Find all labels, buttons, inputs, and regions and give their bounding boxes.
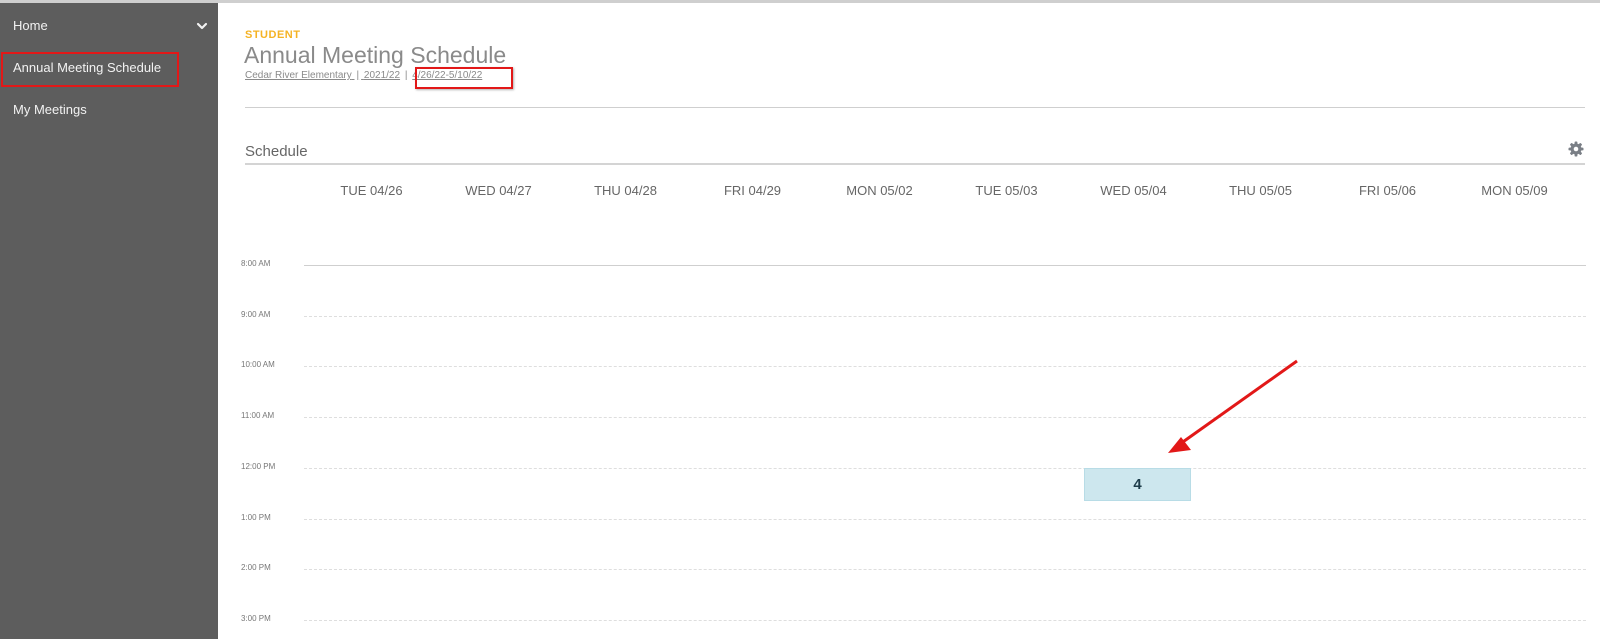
red-arrow-annotation (1168, 359, 1298, 453)
